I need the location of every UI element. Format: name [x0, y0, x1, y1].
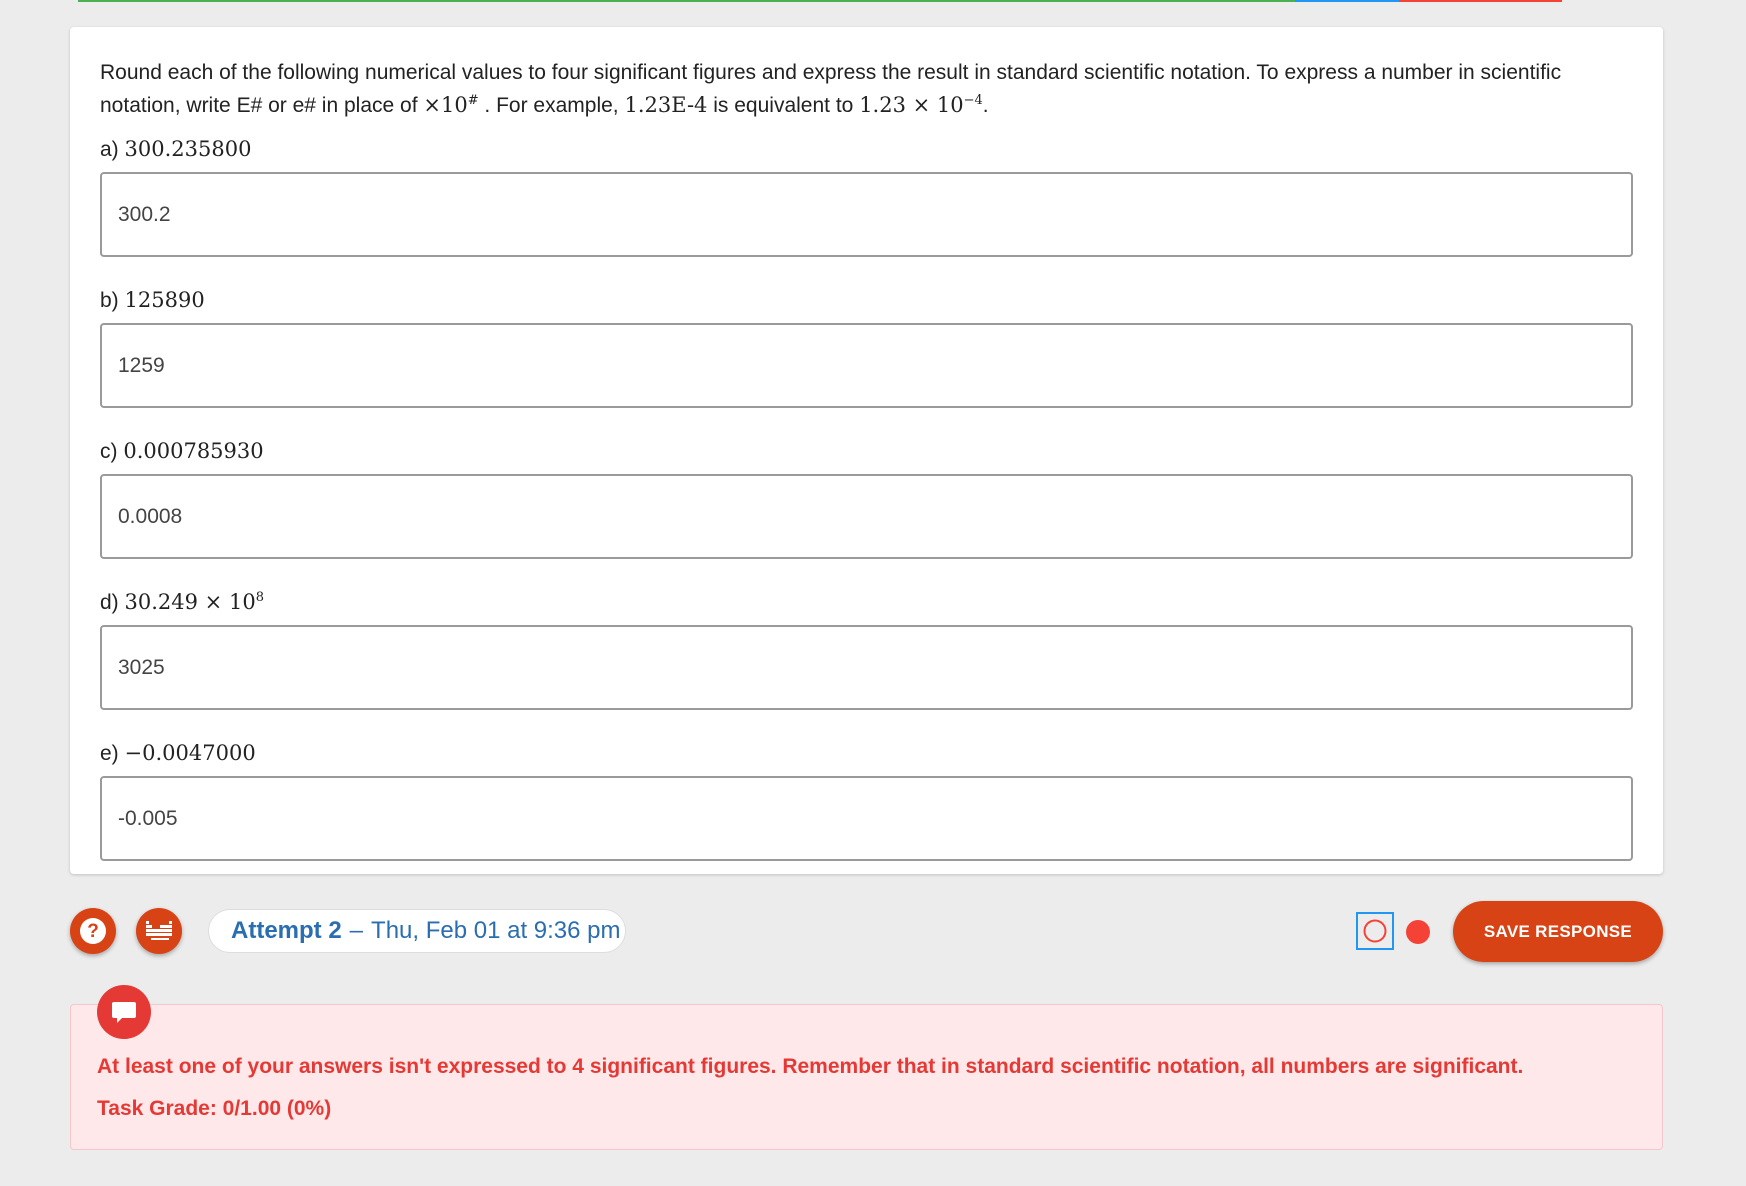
prompt-example-math: 1.23 × 10−4	[859, 93, 983, 117]
feedback-badge	[97, 985, 151, 1039]
task-grade: Task Grade: 0/1.00 (0%)	[97, 1097, 332, 1120]
answer-input-d[interactable]	[100, 625, 1633, 710]
record-icon	[1363, 919, 1387, 943]
attempt-date: Thu, Feb 01 at 9:36 pm	[371, 917, 621, 944]
prompt-text-2: . For example,	[478, 94, 625, 117]
attempt-label: Attempt 2	[231, 917, 342, 944]
answer-input-b[interactable]	[100, 323, 1633, 408]
periodic-table-icon	[146, 921, 172, 940]
question-b-label: b) 125890	[100, 288, 205, 312]
prompt-text-3: is equivalent to	[707, 94, 860, 117]
feedback-message: At least one of your answers isn't expre…	[97, 1055, 1524, 1078]
answer-input-c[interactable]	[100, 474, 1633, 559]
question-card: Round each of the following numerical va…	[70, 27, 1663, 874]
question-e-label: e) −0.0047000	[100, 741, 256, 765]
prompt-math-times-ten: ×10#	[423, 93, 479, 117]
periodic-table-button[interactable]	[136, 908, 182, 954]
answer-input-e[interactable]	[100, 776, 1633, 861]
svg-text:?: ?	[87, 921, 99, 942]
help-icon: ?	[80, 918, 106, 944]
top-progress-strip	[78, 0, 1562, 2]
save-response-button[interactable]: SAVE RESPONSE	[1453, 901, 1663, 962]
record-indicator[interactable]	[1406, 920, 1430, 944]
attempt-info: Attempt 2 – Thu, Feb 01 at 9:36 pm	[208, 909, 626, 953]
record-toggle[interactable]	[1356, 912, 1394, 950]
question-c-label: c) 0.000785930	[100, 439, 264, 463]
question-prompt: Round each of the following numerical va…	[100, 61, 1562, 117]
response-toolbar: ? Attempt 2 – Thu, Feb 01 at 9:36 pm SAV…	[70, 900, 1663, 964]
question-a-label: a) 300.235800	[100, 137, 252, 161]
comment-icon	[112, 1002, 136, 1023]
feedback-panel: At least one of your answers isn't expre…	[70, 1004, 1663, 1150]
question-d-label: d) 30.249 × 108	[100, 590, 264, 614]
prompt-example: 1.23E-4	[624, 93, 708, 117]
answer-input-a[interactable]	[100, 172, 1633, 257]
help-button[interactable]: ?	[70, 908, 116, 954]
